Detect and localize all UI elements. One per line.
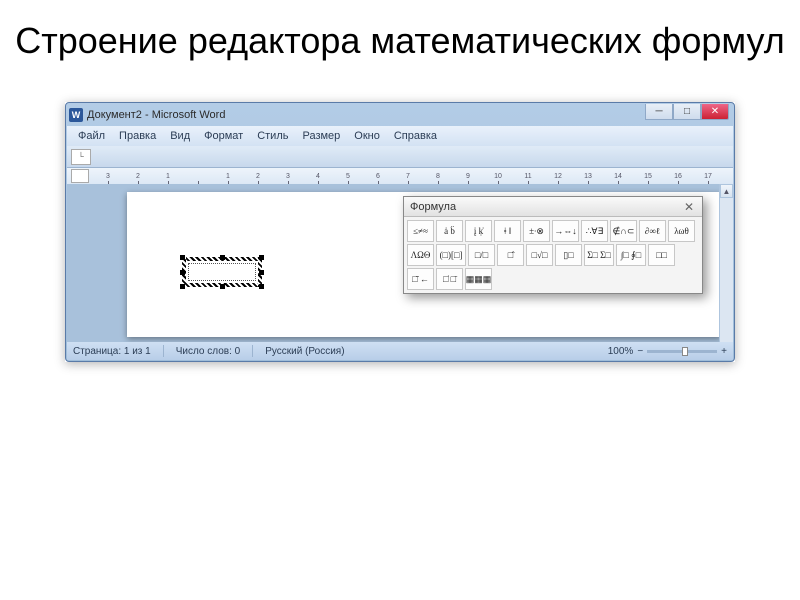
palette-arrow-label-icon[interactable]: □̄ ← [407,268,434,290]
menu-edit[interactable]: Правка [112,128,163,144]
resize-handle[interactable] [220,284,225,289]
menu-view[interactable]: Вид [163,128,197,144]
ruler-mark: 1 [213,173,243,180]
ruler-mark: 9 [453,173,483,180]
palette-relational-icon[interactable]: ≤≠≈ [407,220,434,242]
ruler-mark: 17 [693,173,723,180]
menu-help[interactable]: Справка [387,128,444,144]
window-controls: ─ □ ✕ [645,104,729,120]
resize-handle[interactable] [259,270,264,275]
palette-greek-upper-icon[interactable]: ΛΩΘ [407,244,434,266]
ruler-mark: 16 [663,173,693,180]
title-bar[interactable]: W Документ2 - Microsoft Word ─ □ ✕ [69,104,731,126]
maximize-button[interactable]: □ [673,104,701,120]
ruler-mark: 3 [273,173,303,180]
zoom-thumb[interactable] [682,347,688,356]
palette-subscript-icon[interactable]: □̂ [497,244,524,266]
resize-handle[interactable] [180,255,185,260]
resize-handle[interactable] [259,255,264,260]
scroll-up-icon[interactable]: ▲ [720,184,733,198]
document-area: Формула ✕ ≤≠≈ ȧ b̈ į ḳ̇ ǂ ǁ ±∙⊗ →⇔↓ ∴∀∃ … [67,184,733,342]
tab-selector-icon[interactable]: └ [71,149,91,165]
zoom-in-icon[interactable]: + [721,346,727,357]
horizontal-ruler[interactable]: 3 2 1 1 2 3 4 5 6 7 8 9 10 11 12 13 14 1… [67,168,733,184]
window-title: Документ2 - Microsoft Word [87,109,225,121]
resize-handle[interactable] [259,284,264,289]
close-button[interactable]: ✕ [701,104,729,120]
menu-style[interactable]: Стиль [250,128,295,144]
zoom-value[interactable]: 100% [608,346,634,357]
resize-handle[interactable] [220,255,225,260]
palette-fraction-icon[interactable]: □/□ [468,244,495,266]
palette-operators-icon[interactable]: ǂ ǁ [494,220,521,242]
menu-bar: Файл Правка Вид Формат Стиль Размер Окно… [67,126,733,146]
palette-misc-icon[interactable]: ∂∞ℓ [639,220,666,242]
palette-embellish-icon[interactable]: į ḳ̇ [465,220,492,242]
separator [163,345,164,357]
ruler-mark [183,173,213,180]
ruler-mark: 8 [423,173,453,180]
status-bar: Страница: 1 из 1 Число слов: 0 Русский (… [67,342,733,360]
palette-fence-icon[interactable]: (□)[□] [436,244,466,266]
palette-sum-icon[interactable]: ▯□ [555,244,582,266]
ruler-mark: 1 [153,173,183,180]
palette-integral-icon[interactable]: ∫□ ∮□ [616,244,646,266]
status-page[interactable]: Страница: 1 из 1 [73,346,151,357]
word-app-icon: W [69,108,83,122]
palette-logical-icon[interactable]: →⇔↓ [552,220,579,242]
palette-grid: ≤≠≈ ȧ b̈ į ḳ̇ ǂ ǁ ±∙⊗ →⇔↓ ∴∀∃ ∉∩⊂ ∂∞ℓ λω… [404,217,702,293]
formula-palette[interactable]: Формула ✕ ≤≠≈ ȧ b̈ į ḳ̇ ǂ ǁ ±∙⊗ →⇔↓ ∴∀∃ … [403,196,703,294]
palette-set-icon[interactable]: ∴∀∃ [581,220,608,242]
palette-set2-icon[interactable]: ∉∩⊂ [610,220,637,242]
toolbar: └ [67,146,733,168]
palette-title: Формула [410,201,456,213]
ruler-mark: 14 [603,173,633,180]
ruler-mark: 7 [393,173,423,180]
resize-handle[interactable] [180,284,185,289]
equation-object[interactable] [182,257,262,287]
palette-close-icon[interactable]: ✕ [682,200,696,214]
page[interactable]: Формула ✕ ≤≠≈ ȧ b̈ į ḳ̇ ǂ ǁ ±∙⊗ →⇔↓ ∴∀∃ … [127,192,721,337]
ruler-mark: 2 [243,173,273,180]
zoom-slider[interactable] [647,350,717,353]
status-words[interactable]: Число слов: 0 [176,346,240,357]
palette-greek-lower-icon[interactable]: λωθ [668,220,695,242]
menu-file[interactable]: Файл [71,128,112,144]
menu-format[interactable]: Формат [197,128,250,144]
ruler-mark: 11 [513,173,543,180]
ruler-mark: 12 [543,173,573,180]
palette-spaces-icon[interactable]: ȧ b̈ [436,220,463,242]
palette-sum2-icon[interactable]: Σ□ Σ□ [584,244,614,266]
ruler-mark: 3 [93,173,123,180]
word-window: W Документ2 - Microsoft Word ─ □ ✕ Файл … [65,102,735,362]
palette-radical-icon[interactable]: □√□ [526,244,553,266]
zoom-control: 100% − + [608,346,727,357]
status-language[interactable]: Русский (Россия) [265,346,344,357]
ruler-mark: 2 [123,173,153,180]
vertical-scrollbar[interactable]: ▲ [719,184,733,342]
ruler-mark: 15 [633,173,663,180]
ruler-mark: 4 [303,173,333,180]
resize-handle[interactable] [180,270,185,275]
ruler-ticks: 3 2 1 1 2 3 4 5 6 7 8 9 10 11 12 13 14 1… [93,173,723,180]
menu-window[interactable]: Окно [347,128,387,144]
separator [252,345,253,357]
ruler-mark: 10 [483,173,513,180]
equation-slot[interactable] [188,263,256,281]
palette-titlebar[interactable]: Формула ✕ [404,197,702,217]
palette-arrows-icon[interactable]: ±∙⊗ [523,220,550,242]
ruler-mark: 5 [333,173,363,180]
ruler-mark: 6 [363,173,393,180]
slide-title: Строение редактора математических формул [0,0,800,72]
palette-bar-icon[interactable]: □□ [648,244,675,266]
palette-products-icon[interactable]: □̇ □̈ [436,268,463,290]
ruler-corner-icon [71,169,89,183]
palette-matrix-icon[interactable]: ▦▦▦ [465,268,492,290]
minimize-button[interactable]: ─ [645,104,673,120]
zoom-out-icon[interactable]: − [637,346,643,357]
ruler-mark: 13 [573,173,603,180]
menu-size[interactable]: Размер [295,128,347,144]
